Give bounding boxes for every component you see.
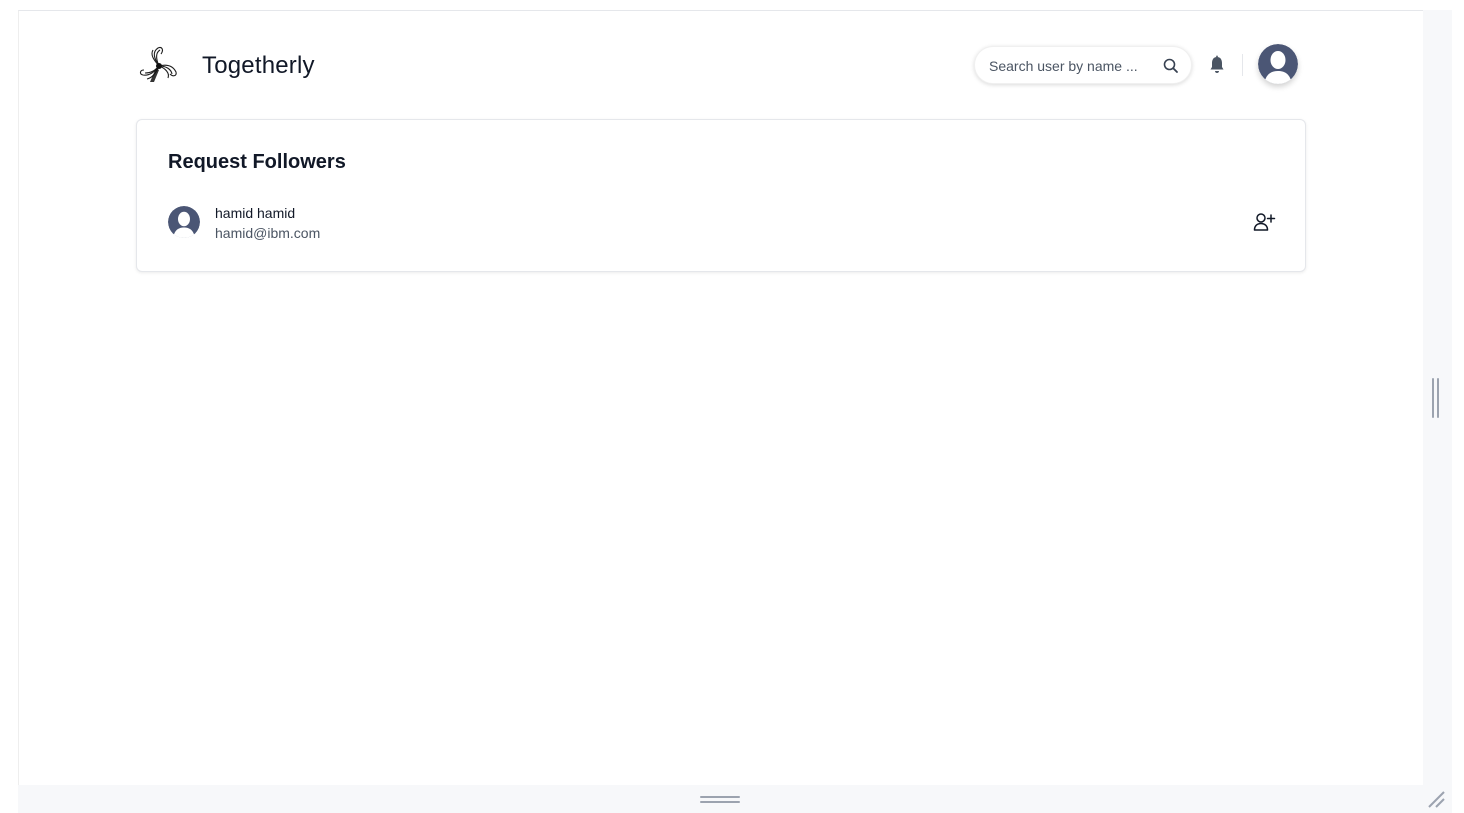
header-divider [1242,54,1243,76]
search-box [974,46,1192,84]
vertical-resize-handle[interactable] [1432,378,1442,418]
horizontal-resize-handle[interactable] [700,795,740,805]
list-item: hamid hamid hamid@ibm.com [168,204,1276,244]
card-title: Request Followers [168,151,346,173]
swirl-logo-icon[interactable] [136,44,182,88]
top-navbar: Togetherly [136,40,1306,92]
bell-icon[interactable] [1206,54,1228,76]
user-avatar-icon [168,206,200,238]
follower-name: hamid hamid [215,205,296,221]
user-plus-icon[interactable] [1252,210,1276,234]
search-input[interactable] [989,56,1149,76]
follower-email: hamid@ibm.com [215,225,321,241]
user-avatar-icon[interactable] [1258,44,1298,84]
request-followers-card: Request Followers hamid hamid hamid@ibm.… [136,119,1306,272]
app-title: Togetherly [202,52,315,79]
search-icon[interactable] [1161,56,1181,76]
resize-corner-icon[interactable] [1426,789,1446,809]
